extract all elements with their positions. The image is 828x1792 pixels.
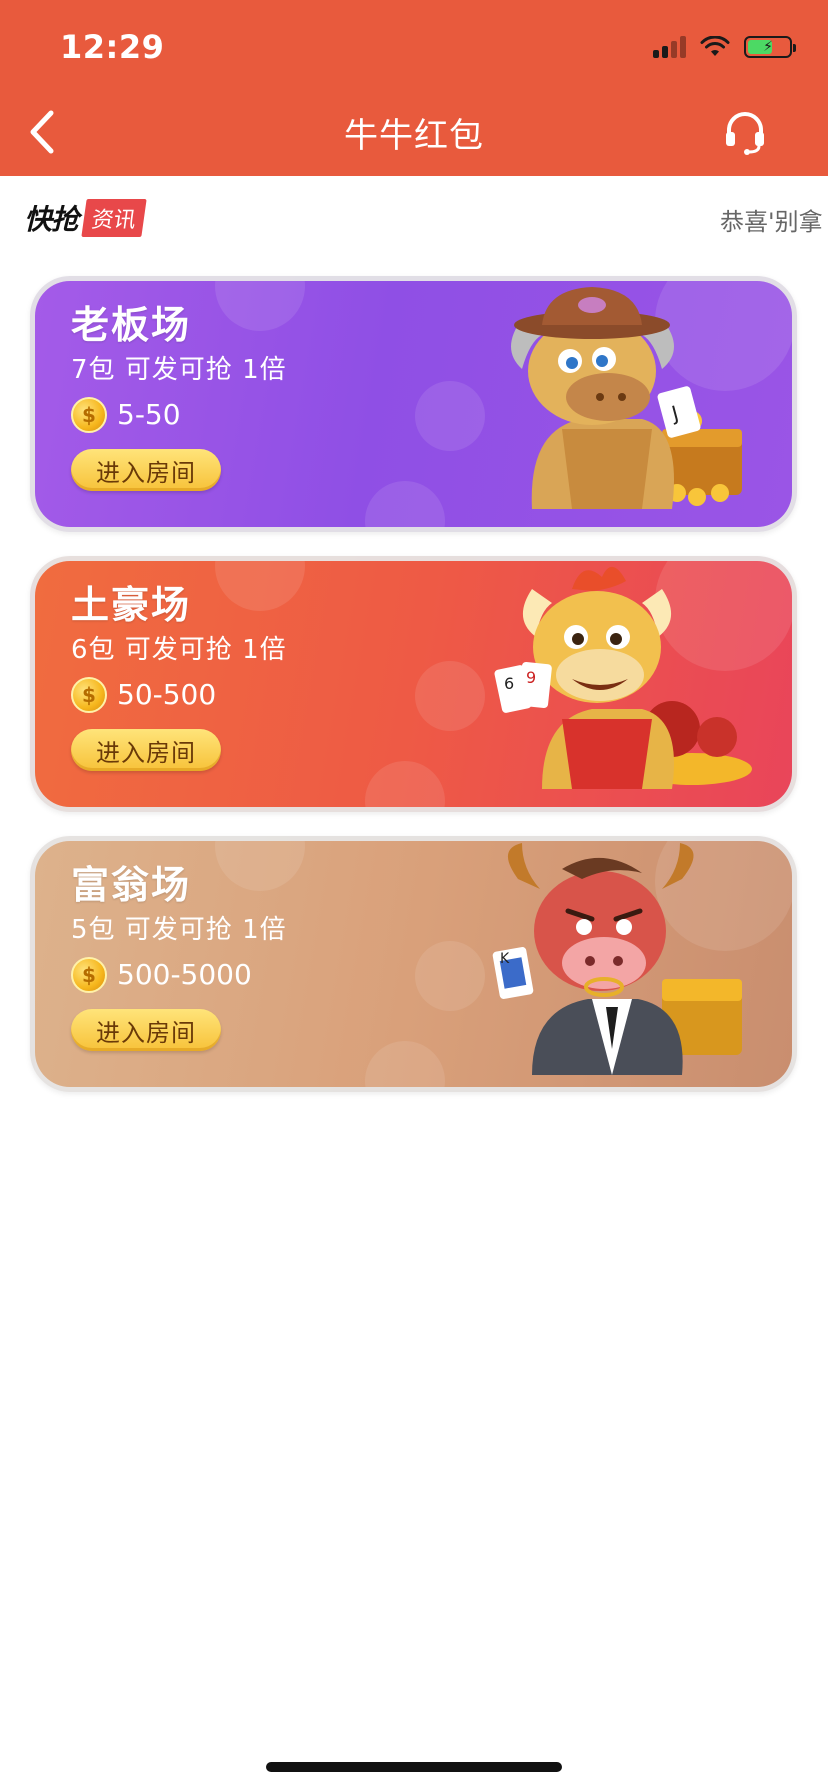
- decor-bubble: [415, 381, 485, 451]
- room-description: 6包 可发可抢 1倍: [71, 635, 287, 665]
- coin-icon: $: [71, 397, 107, 433]
- room-bet-range: $ 50-500: [71, 675, 287, 715]
- coin-icon: $: [71, 957, 107, 993]
- decor-bubble: [365, 761, 445, 807]
- status-icons: ⚡: [653, 36, 796, 58]
- room-description: 5包 可发可抢 1倍: [71, 915, 287, 945]
- room-description: 7包 可发可抢 1倍: [71, 355, 287, 385]
- svg-text:9: 9: [526, 668, 536, 687]
- ticker-message: 恭喜'别拿: [720, 208, 823, 236]
- battery-icon: ⚡: [744, 36, 796, 58]
- happy-bull-mascot-icon: 6 9: [494, 566, 752, 789]
- headset-icon: [726, 112, 764, 155]
- room-card-rich[interactable]: 富翁场 5包 可发可抢 1倍 $ 500-5000 进入房间 K: [30, 836, 797, 1092]
- decor-bubble: [415, 661, 485, 731]
- news-ticker[interactable]: 快抢 资讯 恭喜'别拿: [0, 176, 828, 260]
- customer-service-button[interactable]: [720, 106, 770, 160]
- enter-room-button[interactable]: 进入房间: [71, 449, 221, 491]
- room-bet-range: $ 500-5000: [71, 955, 287, 995]
- room-info: 富翁场 5包 可发可抢 1倍 $ 500-5000 进入房间: [71, 859, 287, 1051]
- ticker-logo-tag: 资讯: [81, 199, 147, 237]
- room-bet-range: $ 5-50: [71, 395, 287, 435]
- enter-room-button[interactable]: 进入房间: [71, 729, 221, 771]
- tycoon-bull-mascot-icon: K: [492, 843, 742, 1075]
- decor-bubble: [365, 1041, 445, 1087]
- decor-bubble: [415, 941, 485, 1011]
- room-card-boss[interactable]: 老板场 7包 可发可抢 1倍 $ 5-50 进入房间 J: [30, 276, 797, 532]
- room-title: 富翁场: [71, 863, 192, 907]
- ticker-logo: 快抢 资讯: [24, 198, 147, 238]
- wifi-icon: [700, 36, 730, 56]
- room-card-tyrant[interactable]: 土豪场 6包 可发可抢 1倍 $ 50-500 进入房间 6 9: [30, 556, 797, 812]
- coin-icon: $: [71, 677, 107, 713]
- page-title: 牛牛红包: [344, 116, 484, 156]
- room-info: 老板场 7包 可发可抢 1倍 $ 5-50 进入房间: [71, 299, 287, 491]
- cellular-signal-icon: [653, 36, 686, 58]
- svg-text:K: K: [500, 951, 510, 967]
- decor-bubble: [365, 481, 445, 527]
- cowboy-bull-mascot-icon: J: [511, 287, 742, 509]
- home-indicator[interactable]: [266, 1762, 562, 1772]
- enter-room-button[interactable]: 进入房间: [71, 1009, 221, 1051]
- room-title: 老板场: [71, 303, 192, 347]
- header-bar: 12:29 ⚡ 牛牛红包: [0, 0, 828, 176]
- svg-text:6: 6: [504, 674, 514, 693]
- room-title: 土豪场: [71, 583, 192, 627]
- room-info: 土豪场 6包 可发可抢 1倍 $ 50-500 进入房间: [71, 579, 287, 771]
- ticker-logo-main: 快抢: [24, 203, 79, 236]
- room-range-value: 500-5000: [117, 958, 252, 991]
- room-range-value: 50-500: [117, 678, 217, 711]
- status-time: 12:29: [60, 28, 165, 66]
- room-range-value: 5-50: [117, 398, 181, 431]
